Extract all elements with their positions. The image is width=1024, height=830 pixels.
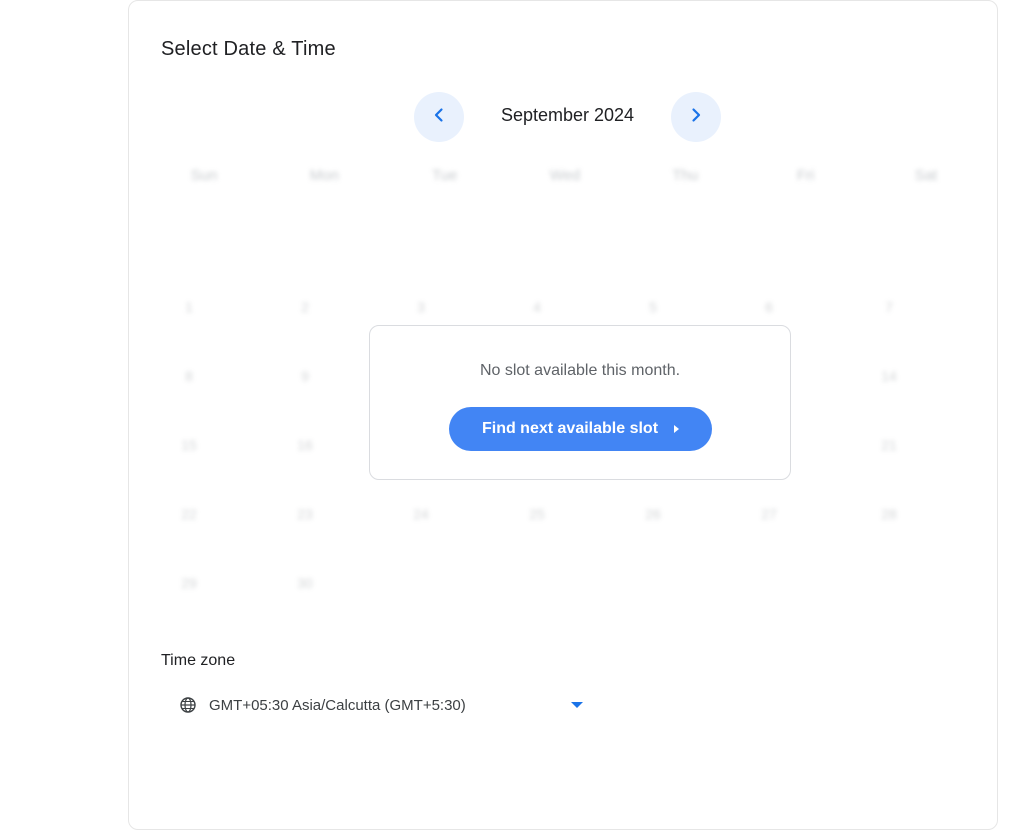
calendar-day: 4 — [533, 299, 541, 315]
calendar-day: 27 — [761, 506, 777, 522]
month-label: September 2024 — [500, 105, 635, 125]
weekday-label: Fri — [796, 167, 815, 184]
calendar-day: 8 — [185, 368, 193, 384]
calendar-day: 14 — [881, 368, 897, 384]
calendar-grid: 1234567891011121314151617181920212223242… — [129, 1, 999, 621]
calendar-day: 30 — [297, 575, 313, 591]
calendar-day: 24 — [413, 506, 429, 522]
weekday-label: Sun — [190, 167, 218, 184]
calendar-day: 6 — [765, 299, 773, 315]
calendar-day: 28 — [881, 506, 897, 522]
chevron-left-icon — [431, 107, 447, 128]
calendar-day: 26 — [645, 506, 661, 522]
weekday-label: Mon — [309, 167, 339, 184]
calendar-day: 5 — [649, 299, 657, 315]
find-next-slot-button[interactable]: Find next available slot — [449, 407, 712, 451]
booking-card: Select Date & Time September 2024 Sun Mo… — [128, 0, 998, 830]
no-slot-message: No slot available this month. — [479, 362, 681, 379]
timezone-select[interactable]: GMT+05:30 Asia/Calcutta (GMT+5:30) — [179, 689, 589, 721]
calendar-day: 15 — [181, 437, 197, 453]
previous-month-button[interactable] — [414, 92, 464, 142]
weekday-header: Sun Mon Tue Wed Thu Fri Sat — [159, 167, 971, 184]
calendar-day: 3 — [417, 299, 425, 315]
calendar-day: 1 — [185, 299, 193, 315]
calendar-day: 29 — [181, 575, 197, 591]
timezone-label: Time zone — [161, 652, 236, 669]
no-slot-notice: No slot available this month. Find next … — [369, 325, 791, 480]
page-title: Select Date & Time — [161, 38, 336, 60]
weekday-label: Tue — [432, 167, 458, 184]
globe-icon — [179, 696, 197, 714]
calendar-day: 23 — [297, 506, 313, 522]
chevron-right-icon — [688, 107, 704, 128]
next-month-button[interactable] — [671, 92, 721, 142]
calendar-day: 22 — [181, 506, 197, 522]
calendar-day: 2 — [301, 299, 309, 315]
weekday-label: Wed — [549, 167, 581, 184]
weekday-label: Sat — [914, 167, 938, 184]
calendar-day: 9 — [301, 368, 309, 384]
caret-right-icon — [674, 425, 680, 433]
calendar-day: 16 — [297, 437, 313, 453]
calendar-day: 25 — [529, 506, 545, 522]
calendar-day: 7 — [885, 299, 893, 315]
timezone-value: GMT+05:30 Asia/Calcutta (GMT+5:30) — [209, 696, 466, 714]
dropdown-arrow-icon — [571, 702, 583, 708]
calendar-day: 21 — [881, 437, 897, 453]
weekday-label: Thu — [672, 167, 699, 184]
find-next-slot-label: Find next available slot — [481, 420, 659, 437]
